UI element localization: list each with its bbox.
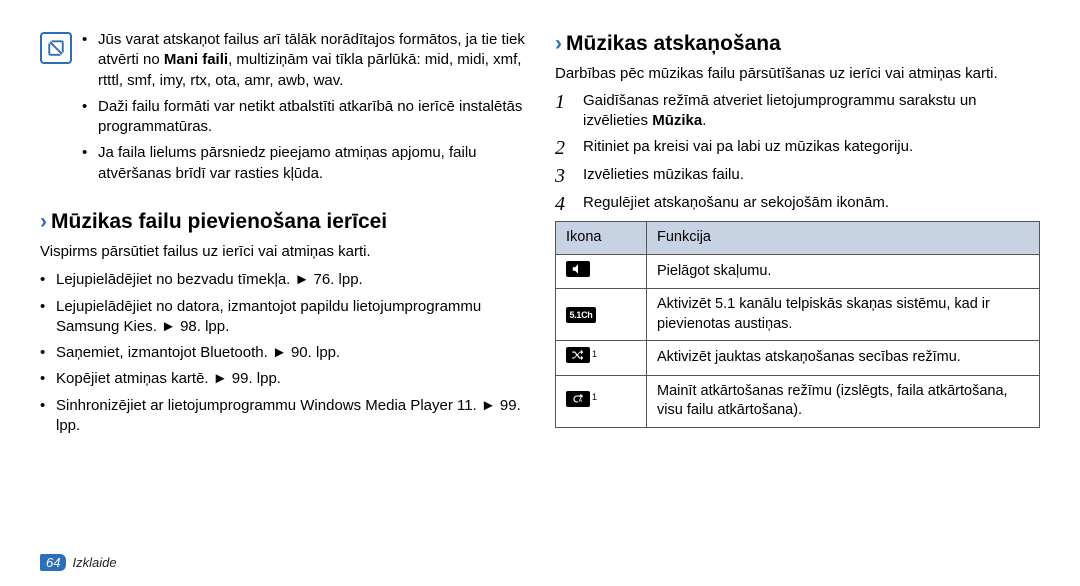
table-header-icon: Ikona (556, 222, 647, 255)
section-title-text: Mūzikas atskaņošana (566, 32, 781, 55)
section-heading-add-files: ›Mūzikas failu pievienošana ierīcei (40, 208, 525, 236)
table-row: 1Aktivizēt jauktas atskaņošanas secības … (556, 341, 1040, 376)
svg-text:A: A (579, 398, 583, 404)
step-text: Regulējiet atskaņošanu ar sekojošām ikon… (583, 193, 889, 215)
table-row: Pielāgot skaļumu. (556, 254, 1040, 289)
page-number: 64 (40, 554, 66, 571)
step-number: 3 (555, 165, 573, 187)
step-number: 1 (555, 91, 573, 132)
function-cell: Mainīt atkārtošanas režīmu (izslēgts, fa… (647, 375, 1040, 427)
step-item: 2 Ritiniet pa kreisi vai pa labi uz mūzik… (555, 137, 1040, 159)
function-cell: Aktivizēt 5.1 kanālu telpiskās skaņas si… (647, 289, 1040, 341)
step-number: 4 (555, 193, 573, 215)
step-item: 3 Izvēlieties mūzikas failu. (555, 165, 1040, 187)
page-footer: 64 Izklaide (40, 555, 117, 570)
function-cell: Pielāgot skaļumu. (647, 254, 1040, 289)
note-block: Jūs varat atskaņot failus arī tālāk norā… (40, 30, 525, 190)
right-column: ›Mūzikas atskaņošana Darbības pēc mūzika… (555, 30, 1040, 540)
chevron-icon: › (40, 210, 47, 233)
table-row: 5.1Ch Aktivizēt 5.1 kanālu telpiskās skaņ… (556, 289, 1040, 341)
list-item: Saņemiet, izmantojot Bluetooth. ► 90. lp… (40, 343, 525, 363)
repeat-icon: A (566, 391, 590, 407)
step-text: Izvēlieties mūzikas failu. (583, 165, 744, 187)
step-text: Ritiniet pa kreisi vai pa labi uz mūzika… (583, 137, 913, 159)
note-bullet: Jūs varat atskaņot failus arī tālāk norā… (82, 30, 525, 91)
section-intro: Darbības pēc mūzikas failu pārsūtīšanas … (555, 64, 1040, 84)
table-header-function: Funkcija (647, 222, 1040, 255)
note-bullet: Daži failu formāti var netikt atbalstīti… (82, 97, 525, 138)
add-files-list: Lejupielādējiet no bezvadu tīmekļa. ► 76… (40, 270, 525, 436)
section-heading-playback: ›Mūzikas atskaņošana (555, 30, 1040, 58)
step-item: 4 Regulējiet atskaņošanu ar sekojošām iko… (555, 193, 1040, 215)
note-icon (40, 32, 72, 64)
list-item: Lejupielādējiet no bezvadu tīmekļa. ► 76… (40, 270, 525, 290)
speaker-icon (566, 261, 590, 277)
list-item: Lejupielādējiet no datora, izmantojot pa… (40, 297, 525, 338)
function-cell: Aktivizēt jauktas atskaņošanas secības r… (647, 341, 1040, 376)
note-bullet: Ja faila lielums pārsniedz pieejamo atmi… (82, 143, 525, 184)
fiveone-icon: 5.1Ch (566, 307, 596, 323)
section-intro: Vispirms pārsūtiet failus uz ierīci vai … (40, 242, 525, 262)
footer-section: Izklaide (72, 555, 116, 570)
note-bullets: Jūs varat atskaņot failus arī tālāk norā… (82, 30, 525, 190)
shuffle-icon (566, 347, 590, 363)
chevron-icon: › (555, 32, 562, 55)
left-column: Jūs varat atskaņot failus arī tālāk norā… (40, 30, 525, 540)
icon-cell: A1 (556, 375, 647, 427)
icon-cell: 5.1Ch (556, 289, 647, 341)
icon-function-table: Ikona Funkcija Pielāgot skaļumu. 5.1Ch Akt… (555, 221, 1040, 428)
table-row: A1Mainīt atkārtošanas režīmu (izslēgts, … (556, 375, 1040, 427)
icon-cell: 1 (556, 341, 647, 376)
icon-cell (556, 254, 647, 289)
step-number: 2 (555, 137, 573, 159)
step-text: Gaidīšanas režīmā atveriet lietojumprogr… (583, 91, 1040, 132)
steps-list: 1Gaidīšanas režīmā atveriet lietojumprog… (555, 91, 1040, 216)
step-item: 1Gaidīšanas režīmā atveriet lietojumprog… (555, 91, 1040, 132)
section-title-text: Mūzikas failu pievienošana ierīcei (51, 210, 387, 233)
list-item: Sinhronizējiet ar lietojumprogrammu Wind… (40, 396, 525, 437)
list-item: Kopējiet atmiņas kartē. ► 99. lpp. (40, 369, 525, 389)
